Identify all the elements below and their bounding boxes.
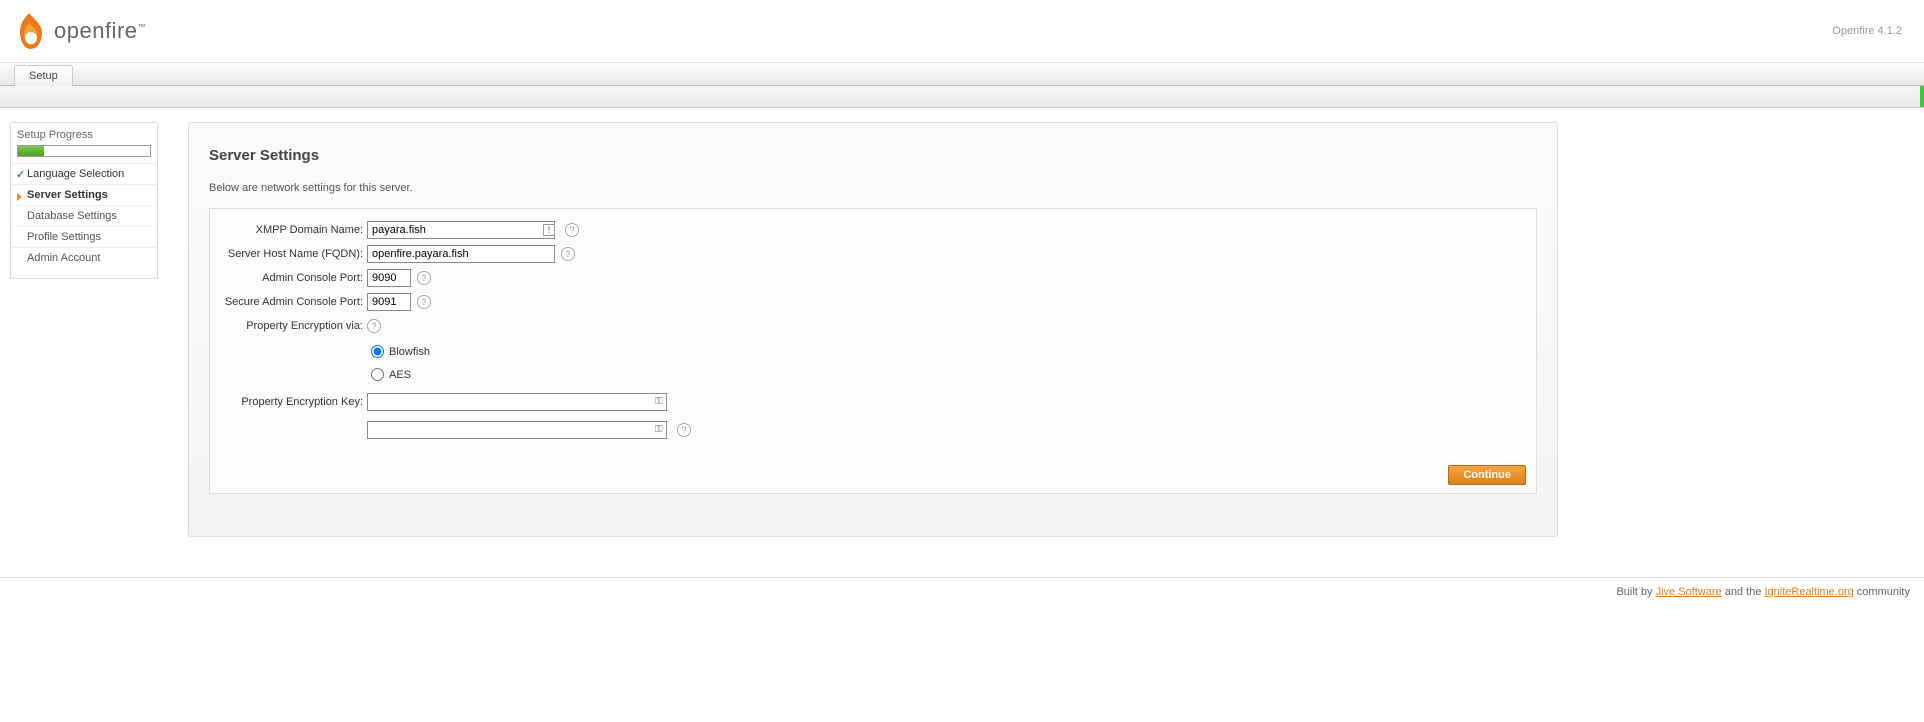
sub-bar — [0, 86, 1924, 108]
footer: Built by Jive Software and the IgniteRea… — [0, 577, 1924, 606]
key-icon: ⚿ — [655, 396, 667, 408]
page-description: Below are network settings for this serv… — [209, 182, 1537, 194]
radio-blowfish[interactable] — [371, 345, 384, 358]
step-admin: Admin Account — [11, 247, 157, 268]
step-server[interactable]: Server Settings — [11, 184, 157, 205]
row-xmpp-domain: XMPP Domain Name: ! ? — [222, 219, 1524, 241]
brand-logo: openfire™ — [12, 11, 146, 51]
setup-progress-sidebar: Setup Progress Language Selection Server… — [10, 122, 158, 279]
key-icon: ⚿ — [655, 424, 667, 436]
footer-link-ignite[interactable]: IgniteRealtime.org — [1764, 586, 1853, 598]
input-secure-port[interactable] — [367, 293, 411, 311]
label-xmpp-domain: XMPP Domain Name: — [222, 224, 367, 236]
input-xmpp-domain[interactable] — [367, 221, 555, 239]
header-bar: openfire™ Openfire 4.1.2 — [0, 0, 1924, 62]
flame-icon — [12, 11, 46, 51]
step-database: Database Settings — [11, 205, 157, 226]
help-icon[interactable]: ? — [417, 271, 431, 285]
input-enc-key-1[interactable] — [367, 393, 667, 411]
server-settings-panel: Server Settings Below are network settin… — [188, 122, 1558, 537]
label-secure-port: Secure Admin Console Port: — [222, 296, 367, 308]
panel-padding — [209, 494, 1537, 518]
help-icon[interactable]: ? — [565, 223, 579, 237]
help-icon[interactable]: ? — [417, 295, 431, 309]
form-box: XMPP Domain Name: ! ? Server Host Name (… — [209, 208, 1537, 494]
footer-link-jive[interactable]: Jive Software — [1656, 586, 1722, 598]
version-label: Openfire 4.1.2 — [1832, 25, 1912, 37]
input-server-host[interactable] — [367, 245, 555, 263]
progress-fill — [18, 146, 44, 156]
radio-aes[interactable] — [371, 368, 384, 381]
encryption-radio-group: Blowfish AES — [222, 345, 1524, 381]
input-enc-key-2[interactable] — [367, 421, 667, 439]
step-list: Language Selection Server Settings Datab… — [11, 163, 157, 268]
help-icon[interactable]: ? — [677, 423, 691, 437]
label-admin-port: Admin Console Port: — [222, 272, 367, 284]
row-server-host: Server Host Name (FQDN): ? — [222, 243, 1524, 265]
footer-and-the: and the — [1722, 586, 1765, 598]
label-server-host: Server Host Name (FQDN): — [222, 248, 367, 260]
tab-setup[interactable]: Setup — [14, 65, 73, 86]
help-icon[interactable]: ? — [561, 247, 575, 261]
label-enc-key: Property Encryption Key: — [222, 396, 367, 408]
row-secure-port: Secure Admin Console Port: ? — [222, 291, 1524, 313]
step-profile: Profile Settings — [11, 226, 157, 247]
help-icon[interactable]: ? — [367, 319, 381, 333]
progress-bar — [17, 145, 151, 157]
step-language[interactable]: Language Selection — [11, 163, 157, 184]
row-enc-key-2: ⚿ ? — [222, 419, 1524, 441]
tab-bar: Setup — [0, 62, 1924, 86]
row-enc-key-1: Property Encryption Key: ⚿ — [222, 391, 1524, 413]
radio-blowfish-row[interactable]: Blowfish — [371, 345, 1524, 358]
sidebar-title: Setup Progress — [11, 123, 157, 145]
label-prop-enc-via: Property Encryption via: — [222, 320, 367, 332]
footer-built-by: Built by — [1616, 586, 1655, 598]
brand-text: openfire™ — [54, 18, 146, 44]
continue-button[interactable]: Continue — [1448, 465, 1526, 485]
accent-edge — [1920, 86, 1924, 107]
row-prop-enc-via: Property Encryption via: ? — [222, 315, 1524, 337]
radio-blowfish-label: Blowfish — [389, 346, 430, 358]
content-wrap: Setup Progress Language Selection Server… — [0, 108, 1924, 557]
footer-community: community — [1854, 586, 1910, 598]
radio-aes-row[interactable]: AES — [371, 368, 1524, 381]
input-admin-port[interactable] — [367, 269, 411, 287]
row-admin-port: Admin Console Port: ? — [222, 267, 1524, 289]
enc-key-section: Property Encryption Key: ⚿ ⚿ ? — [222, 391, 1524, 441]
radio-aes-label: AES — [389, 369, 411, 381]
main-panel-wrap: Server Settings Below are network settin… — [188, 122, 1558, 537]
page-title: Server Settings — [209, 147, 1537, 164]
warning-icon: ! — [543, 224, 555, 236]
